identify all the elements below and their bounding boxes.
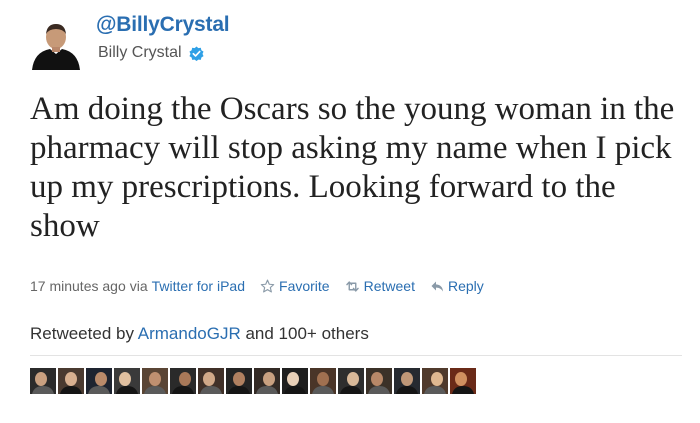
retweeted-by: Retweeted by ArmandoGJR and 100+ others [30,324,369,344]
retweeter-avatar[interactable] [366,368,392,394]
display-name-row: Billy Crystal [98,44,204,62]
retweeter-avatar-14 [394,368,420,394]
retweeter-avatar-16 [450,368,476,394]
retweeter-avatar[interactable] [142,368,168,394]
retweeter-avatar[interactable] [170,368,196,394]
client-link[interactable]: Twitter for iPad [152,278,245,294]
retweeter-avatar[interactable] [254,368,280,394]
retweeter-user-link[interactable]: ArmandoGJR [138,324,241,343]
tweet-meta: 17 minutes ago via Twitter for iPad Favo… [30,278,484,294]
divider [30,355,682,356]
user-avatar-photo [30,18,82,70]
retweeter-avatar-6 [170,368,196,394]
retweeter-avatar[interactable] [86,368,112,394]
retweeter-avatar-9 [254,368,280,394]
retweeted-by-prefix: Retweeted by [30,324,134,343]
retweeter-avatar-7 [198,368,224,394]
via-label: via [129,278,148,294]
reply-label: Reply [447,278,484,294]
tweet-text: Am doing the Oscars so the young woman i… [30,91,675,244]
reply-button[interactable]: Reply [430,278,484,294]
retweeter-avatar[interactable] [310,368,336,394]
retweeter-avatar-4 [114,368,140,394]
retweeter-avatar[interactable] [198,368,224,394]
retweeter-avatar[interactable] [282,368,308,394]
star-icon [260,279,275,292]
favorite-label: Favorite [279,278,330,294]
retweeter-avatar-3 [86,368,112,394]
retweeter-avatar-12 [338,368,364,394]
retweeter-avatar[interactable] [422,368,448,394]
retweet-icon [345,280,359,292]
retweet-button[interactable]: Retweet [345,278,415,294]
display-name: Billy Crystal [98,44,182,61]
timestamp-link[interactable]: 17 minutes ago [30,278,126,294]
user-avatar[interactable] [30,18,82,70]
retweeter-avatar-5 [142,368,168,394]
retweeter-avatar-15 [422,368,448,394]
reply-arrow-icon [431,281,443,291]
retweeter-avatar-10 [282,368,308,394]
retweeter-avatar-11 [310,368,336,394]
retweeter-avatar-2 [58,368,84,394]
retweet-label: Retweet [363,278,415,294]
retweeter-avatar[interactable] [114,368,140,394]
retweeter-avatar-strip [30,368,476,394]
favorite-button[interactable]: Favorite [260,278,330,294]
retweeter-avatar[interactable] [30,368,56,394]
retweeted-by-suffix: and 100+ others [245,324,369,343]
retweeter-avatar-13 [366,368,392,394]
verified-badge-icon [189,45,204,61]
retweeter-avatar[interactable] [58,368,84,394]
retweeter-avatar-1 [30,368,56,394]
retweeter-avatar[interactable] [450,368,476,394]
retweeter-avatar[interactable] [226,368,252,394]
retweeter-avatar[interactable] [394,368,420,394]
retweeter-avatar[interactable] [338,368,364,394]
retweeter-avatar-8 [226,368,252,394]
screen-name-link[interactable]: @BillyCrystal [96,13,230,37]
